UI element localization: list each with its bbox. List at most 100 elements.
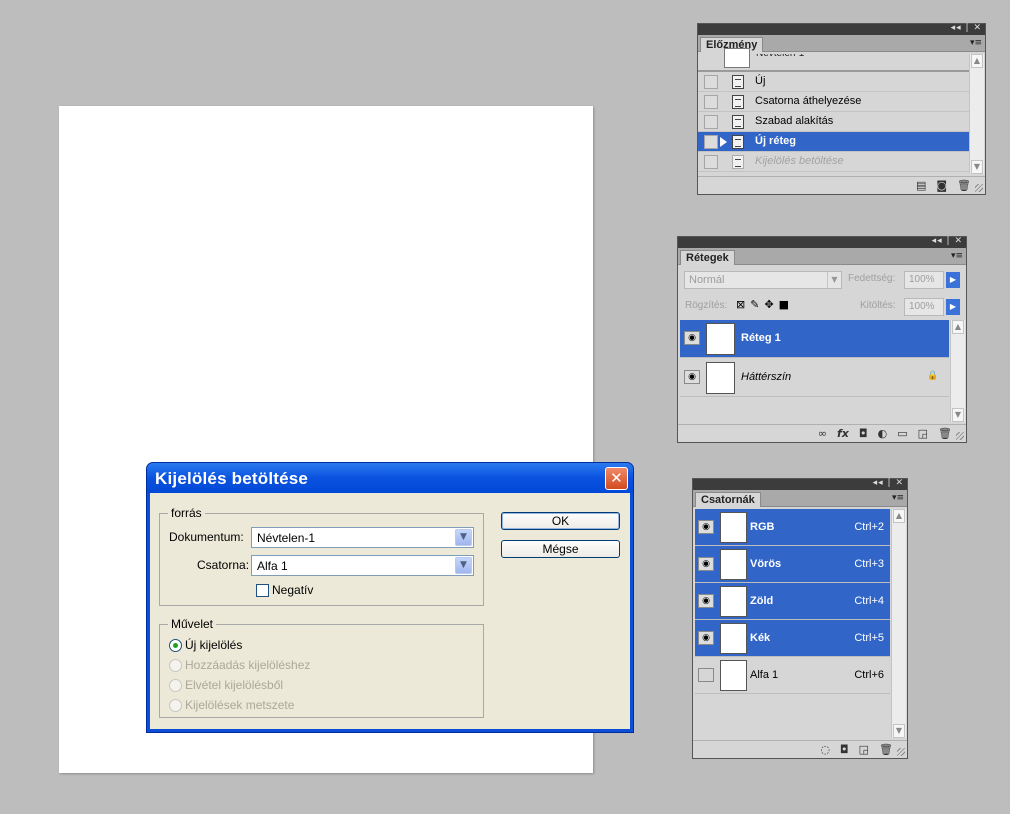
radio-new-selection[interactable] — [169, 639, 182, 652]
blend-mode-select[interactable]: Normál ▼ — [684, 271, 842, 289]
visibility-toggle-box[interactable] — [698, 668, 714, 682]
new-channel-icon[interactable]: ◲ — [859, 743, 869, 756]
new-document-icon[interactable]: ▤ — [916, 179, 926, 192]
mask-icon[interactable]: ◘ — [859, 427, 868, 440]
resize-grip-icon[interactable] — [956, 432, 964, 440]
panel-menu-icon[interactable]: ▾≡ — [970, 38, 982, 48]
channel-select[interactable]: Alfa 1 ▼ — [251, 555, 474, 576]
channel-label: Csatorna: — [197, 558, 250, 572]
history-source-box[interactable] — [704, 95, 718, 109]
lock-transparent-icon[interactable]: ⊠ — [736, 298, 745, 311]
scroll-down-icon[interactable]: ▼ — [893, 724, 905, 738]
lock-all-icon[interactable]: ■ — [779, 298, 789, 311]
panel-menu-icon[interactable]: ▾≡ — [951, 251, 963, 261]
chevron-down-icon[interactable]: ▼ — [455, 557, 472, 574]
layer-thumbnail — [706, 362, 735, 394]
eye-icon[interactable]: ◉ — [684, 370, 700, 384]
history-panel: ◂◂ | ✕ Előzmény ▾≡ Névtelen-1 Új Csatorn… — [697, 23, 986, 195]
radio-subtract-from-selection[interactable] — [169, 679, 182, 692]
eye-icon[interactable]: ◉ — [698, 557, 714, 571]
eye-icon[interactable]: ◉ — [698, 594, 714, 608]
layer-name[interactable]: Réteg 1 — [741, 332, 781, 344]
close-icon[interactable]: ✕ — [605, 467, 628, 490]
trash-icon[interactable]: 🗑 — [957, 179, 971, 192]
history-source-box[interactable] — [704, 135, 718, 149]
history-state-icon — [732, 75, 744, 89]
collapse-close-icons[interactable]: ◂◂ | ✕ — [932, 236, 963, 246]
collapse-close-icons[interactable]: ◂◂ | ✕ — [873, 478, 904, 488]
scroll-up-icon[interactable]: ▲ — [971, 54, 983, 68]
channel-row[interactable]: ◉ RGB Ctrl+2 — [695, 509, 890, 546]
history-item[interactable]: Szabad alakítás — [698, 112, 969, 132]
snapshot-camera-icon[interactable]: ◙ — [936, 179, 947, 192]
history-source-box[interactable] — [704, 155, 718, 169]
ok-button[interactable]: OK — [501, 512, 620, 530]
history-source-box[interactable] — [704, 115, 718, 129]
opacity-input[interactable]: 100% — [904, 271, 944, 289]
cancel-button[interactable]: Mégse — [501, 540, 620, 558]
radio-label[interactable]: Hozzáadás kijelöléshez — [185, 658, 310, 672]
layer-name[interactable]: Háttérszín — [741, 371, 791, 383]
panel-header-bar[interactable]: ◂◂ | ✕ — [678, 236, 966, 248]
resize-grip-icon[interactable] — [975, 184, 983, 192]
tab-channels[interactable]: Csatornák — [695, 492, 761, 507]
panel-menu-icon[interactable]: ▾≡ — [892, 493, 904, 503]
channel-row[interactable]: ◉ Kék Ctrl+5 — [695, 620, 890, 657]
layer-row[interactable]: ◉ Háttérszín 🔒 — [680, 359, 949, 397]
folder-icon[interactable]: ▭ — [897, 427, 907, 440]
eye-icon[interactable]: ◉ — [684, 331, 700, 345]
link-icon[interactable]: ∞ — [818, 427, 827, 440]
fx-icon[interactable]: fx — [837, 427, 849, 440]
channel-thumbnail — [720, 623, 747, 654]
eye-icon[interactable]: ◉ — [698, 520, 714, 534]
save-selection-icon[interactable]: ◘ — [840, 743, 849, 756]
panel-header-bar[interactable]: ◂◂ | ✕ — [693, 478, 907, 490]
adjustment-icon[interactable]: ◐ — [878, 427, 888, 440]
layers-scrollbar[interactable]: ▲ ▼ — [950, 320, 965, 422]
invert-label[interactable]: Negatív — [272, 583, 313, 597]
history-source-box[interactable] — [704, 75, 718, 89]
trash-icon[interactable]: 🗑 — [879, 743, 893, 756]
history-item-selected[interactable]: Új réteg — [698, 132, 969, 152]
scroll-up-icon[interactable]: ▲ — [893, 509, 905, 523]
scroll-up-icon[interactable]: ▲ — [952, 320, 964, 334]
invert-checkbox[interactable] — [256, 584, 269, 597]
channel-row[interactable]: ◉ Zöld Ctrl+4 — [695, 583, 890, 620]
new-layer-icon[interactable]: ◲ — [918, 427, 928, 440]
dialog-titlebar[interactable]: Kijelölés betöltése ✕ — [147, 463, 633, 493]
trash-icon[interactable]: 🗑 — [938, 427, 952, 440]
load-selection-icon[interactable]: ◌ — [820, 743, 830, 756]
radio-label[interactable]: Elvétel kijelölésből — [185, 678, 283, 692]
resize-grip-icon[interactable] — [897, 748, 905, 756]
opacity-slider-arrow-icon[interactable]: ▶ — [946, 272, 960, 288]
fill-slider-arrow-icon[interactable]: ▶ — [946, 299, 960, 315]
history-item[interactable]: Csatorna áthelyezése — [698, 92, 969, 112]
channel-row[interactable]: ◉ Vörös Ctrl+3 — [695, 546, 890, 583]
radio-label[interactable]: Kijelölések metszete — [185, 698, 294, 712]
radio-intersect-selection[interactable] — [169, 699, 182, 712]
history-item-dimmed[interactable]: Kijelölés betöltése — [698, 152, 969, 172]
lock-move-icon[interactable]: ✥ — [764, 298, 773, 311]
channels-scrollbar[interactable]: ▲ ▼ — [891, 509, 906, 738]
history-item[interactable]: Új — [698, 72, 969, 92]
eye-icon[interactable]: ◉ — [698, 631, 714, 645]
history-scrollbar[interactable]: ▲ ▼ — [969, 54, 984, 174]
radio-label[interactable]: Új kijelölés — [185, 638, 242, 652]
collapse-close-icons[interactable]: ◂◂ | ✕ — [951, 23, 982, 33]
channel-row[interactable]: Alfa 1 Ctrl+6 — [695, 657, 890, 694]
panel-header-bar[interactable]: ◂◂ | ✕ — [698, 23, 985, 35]
opacity-value: 100% — [909, 274, 935, 285]
document-select[interactable]: Névtelen-1 ▼ — [251, 527, 474, 548]
scroll-down-icon[interactable]: ▼ — [952, 408, 964, 422]
tab-layers[interactable]: Rétegek — [680, 250, 735, 265]
chevron-down-icon[interactable]: ▼ — [455, 529, 472, 546]
history-snapshot[interactable]: Névtelen-1 — [698, 48, 969, 72]
radio-add-to-selection[interactable] — [169, 659, 182, 672]
lock-paint-icon[interactable]: ✎ — [750, 298, 759, 311]
layers-panel: ◂◂ | ✕ Rétegek ▾≡ Normál ▼ Fedettség: 10… — [677, 236, 967, 443]
channel-name: RGB — [750, 521, 775, 533]
scroll-down-icon[interactable]: ▼ — [971, 160, 983, 174]
fill-input[interactable]: 100% — [904, 298, 944, 316]
layer-row-selected[interactable]: ◉ Réteg 1 — [680, 320, 949, 358]
history-pointer-icon[interactable] — [720, 137, 727, 147]
